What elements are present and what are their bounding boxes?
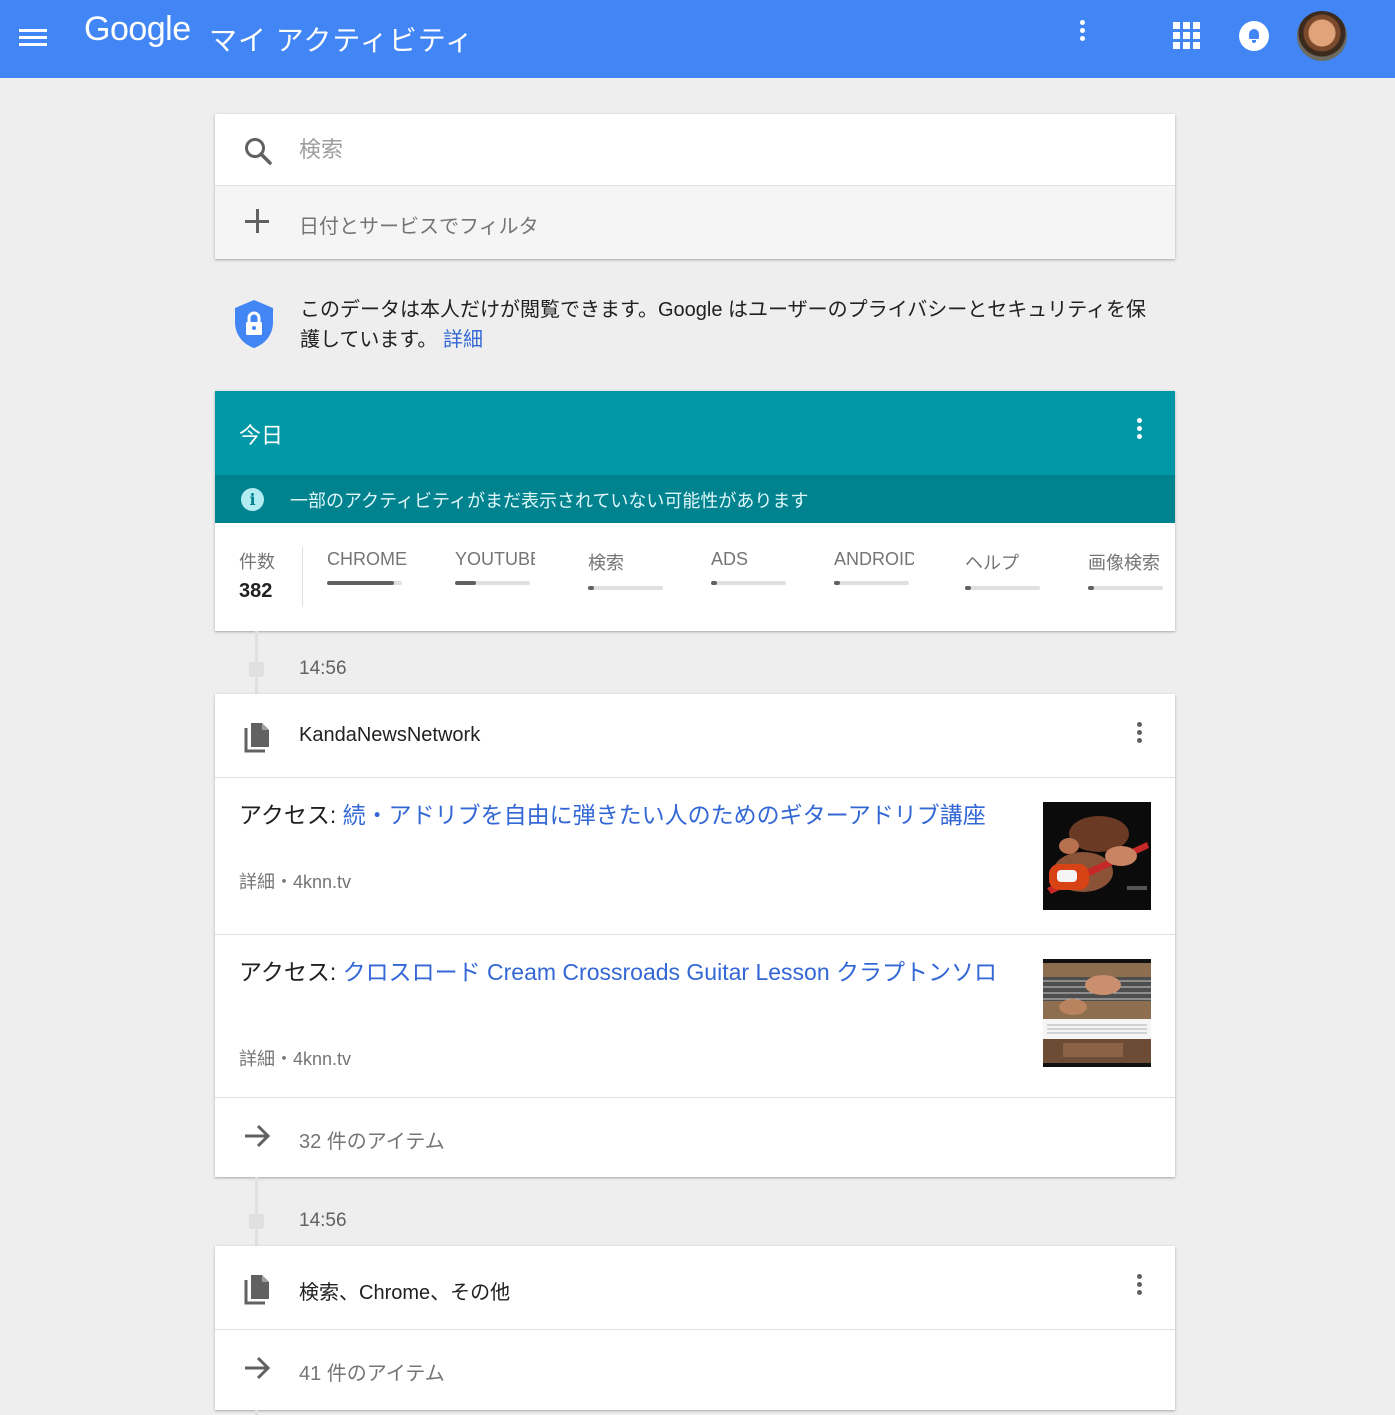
divider	[302, 547, 303, 607]
video-thumbnail[interactable]	[1043, 959, 1151, 1067]
activity-card: 検索、Chrome、その他 41 件のアイテム	[215, 1246, 1175, 1410]
search-row	[215, 114, 1175, 186]
stat-android[interactable]: ANDROID	[834, 549, 914, 585]
timeline-line	[255, 1410, 258, 1415]
group-time: 14:56	[299, 658, 347, 679]
item-prefix: アクセス:	[239, 802, 343, 828]
stat-chrome[interactable]: CHROME	[327, 549, 407, 585]
activity-title: KandaNewsNetwork	[299, 724, 481, 746]
stat-bar-fill	[327, 581, 394, 585]
stat-bar	[327, 581, 402, 585]
stat-bar	[455, 581, 530, 585]
more-items-label: 41 件のアイテム	[299, 1363, 445, 1385]
app-bar: Google マイ アクティビティ	[0, 0, 1395, 78]
more-options-icon[interactable]	[1069, 20, 1095, 52]
stat-label: 画像検索	[1088, 553, 1160, 573]
activity-more-icon[interactable]	[1126, 722, 1152, 754]
count-value: 382	[239, 580, 273, 602]
search-card: 日付とサービスでフィルタ	[215, 114, 1175, 259]
item-link[interactable]: クロスロード Cream Crossroads Guitar Lesson クラ…	[343, 959, 997, 985]
more-items-link[interactable]: 32 件のアイテム	[215, 1098, 1175, 1176]
search-input[interactable]	[299, 132, 1139, 168]
video-thumbnail[interactable]	[1043, 802, 1151, 910]
activity-card: KandaNewsNetwork アクセス: 続・アドリブを自由に弾きたい人のた…	[215, 694, 1175, 1177]
shield-lock-icon	[235, 300, 273, 348]
stat-bar	[711, 581, 786, 585]
apps-grid-icon[interactable]	[1173, 22, 1200, 49]
stat-label: YOUTUBE	[455, 549, 535, 569]
document-icon	[244, 1275, 269, 1305]
more-items-label: 32 件のアイテム	[299, 1131, 445, 1153]
stat-search[interactable]: 検索	[588, 549, 668, 590]
item-text: アクセス: クロスロード Cream Crossroads Guitar Les…	[239, 957, 1029, 987]
stats-row: 件数 382 CHROME YOUTUBE 検索 ADS ANDROID ヘルプ	[215, 523, 1175, 631]
today-more-icon[interactable]	[1126, 418, 1152, 450]
list-item: アクセス: 続・アドリブを自由に弾きたい人のためのギターアドリブ講座 詳細・4k…	[215, 778, 1175, 935]
item-details-link[interactable]: 詳細	[239, 872, 275, 892]
privacy-notice: このデータは本人だけが閲覧できます。Google はユーザーのプライバシーとセキ…	[232, 293, 1172, 363]
app-title: マイ アクティビティ	[209, 25, 475, 56]
item-meta: 詳細・4knn.tv	[239, 1045, 351, 1071]
stat-youtube[interactable]: YOUTUBE	[455, 549, 535, 585]
stat-image-search[interactable]: 画像検索	[1088, 549, 1168, 590]
stat-bar-fill	[455, 581, 476, 585]
stat-label: ADS	[711, 549, 749, 569]
item-details-link[interactable]: 詳細	[239, 1049, 275, 1069]
stat-bar-fill	[1088, 586, 1094, 590]
activity-title: 検索、Chrome、その他	[299, 1282, 511, 1304]
more-items-link[interactable]: 41 件のアイテム	[215, 1330, 1175, 1408]
stat-bar-fill	[588, 586, 594, 590]
list-item: アクセス: クロスロード Cream Crossroads Guitar Les…	[215, 935, 1175, 1098]
notifications-icon[interactable]	[1239, 21, 1269, 51]
item-meta: 詳細・4knn.tv	[239, 868, 351, 894]
filter-label: 日付とサービスでフィルタ	[299, 216, 539, 238]
filter-row[interactable]: 日付とサービスでフィルタ	[215, 186, 1175, 259]
item-text: アクセス: 続・アドリブを自由に弾きたい人のためのギターアドリブ講座	[239, 800, 1029, 830]
stat-bar-fill	[711, 581, 717, 585]
count-label: 件数	[239, 552, 275, 572]
stat-label: ヘルプ	[965, 553, 1019, 573]
search-icon[interactable]	[243, 136, 273, 166]
privacy-text: このデータは本人だけが閲覧できます。Google はユーザーのプライバシーとセキ…	[300, 295, 1160, 355]
item-prefix: アクセス:	[239, 959, 343, 985]
google-logo[interactable]: Google	[84, 10, 191, 49]
timeline-dot	[249, 662, 264, 677]
today-card: 今日 i 一部のアクティビティがまだ表示されていない可能性があります 件数 38…	[215, 391, 1175, 631]
document-icon	[244, 723, 269, 753]
timeline-line	[255, 1177, 258, 1246]
stat-ads[interactable]: ADS	[711, 549, 791, 585]
arrow-right-icon	[245, 1356, 271, 1380]
item-link[interactable]: 続・アドリブを自由に弾きたい人のためのギターアドリブ講座	[343, 802, 986, 828]
stat-bar-fill	[965, 586, 971, 590]
item-site: ・4knn.tv	[275, 1049, 352, 1069]
stat-label: CHROME	[327, 549, 407, 569]
info-icon: i	[241, 488, 264, 511]
group-time: 14:56	[299, 1210, 347, 1231]
activity-header: 検索、Chrome、その他	[215, 1246, 1175, 1330]
timeline-dot	[249, 1214, 264, 1229]
privacy-message: このデータは本人だけが閲覧できます。Google はユーザーのプライバシーとセキ…	[300, 299, 1147, 351]
stat-bar-fill	[834, 581, 840, 585]
menu-icon[interactable]	[18, 25, 48, 53]
activity-more-icon[interactable]	[1126, 1274, 1152, 1306]
today-title: 今日	[239, 423, 284, 448]
activity-header: KandaNewsNetwork	[215, 694, 1175, 778]
add-icon	[245, 209, 269, 233]
stat-bar	[1088, 586, 1163, 590]
today-notice: i 一部のアクティビティがまだ表示されていない可能性があります	[215, 475, 1175, 523]
item-site: ・4knn.tv	[275, 872, 352, 892]
avatar[interactable]	[1297, 11, 1347, 61]
item-count: 件数 382	[239, 548, 275, 603]
privacy-details-link[interactable]: 詳細	[443, 329, 483, 351]
stat-bar	[834, 581, 909, 585]
stat-bar	[588, 586, 663, 590]
today-header: 今日	[215, 391, 1175, 475]
arrow-right-icon	[245, 1124, 271, 1148]
stat-label: ANDROID	[834, 549, 914, 569]
stat-help[interactable]: ヘルプ	[965, 549, 1045, 590]
stat-label: 検索	[588, 553, 624, 573]
stat-bar	[965, 586, 1040, 590]
notice-text: 一部のアクティビティがまだ表示されていない可能性があります	[290, 491, 809, 511]
